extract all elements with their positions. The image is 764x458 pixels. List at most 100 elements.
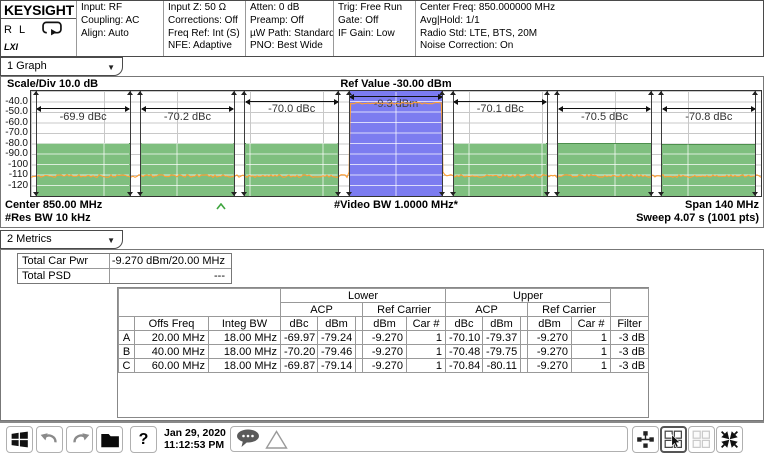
redo-icon <box>69 429 91 451</box>
dbc-header: dBc <box>281 317 318 331</box>
table-blank-cell <box>119 289 281 317</box>
clock-display[interactable]: Jan 29, 2020 11:12:53 PM <box>164 427 228 451</box>
undo-button[interactable] <box>36 426 63 453</box>
metrics-selector-dropdown[interactable]: 2 Metrics ▼ <box>0 230 123 249</box>
row-label-cell: B <box>119 345 135 359</box>
dbm-header: dBm <box>318 317 356 331</box>
table-value-cell: -79.37 <box>483 331 521 345</box>
table-value-cell: -79.24 <box>318 331 356 345</box>
table-value-cell: -9.270 <box>528 359 572 373</box>
row-label-cell: C <box>119 359 135 373</box>
y-axis-tick: -70.0 <box>1 128 28 138</box>
band-edge-line <box>349 91 350 196</box>
window-select-button[interactable] <box>660 426 687 453</box>
input-setting: Input: RF <box>81 2 159 15</box>
date-text: Jan 29, 2020 <box>164 427 228 439</box>
metrics-selector-label: 2 Metrics <box>7 233 52 245</box>
acp-offset-bar <box>453 143 547 196</box>
radio-std-setting: Radio Std: LTE, BTS, 20M <box>420 28 759 41</box>
total-car-pwr-row: Total Car Pwr -9.270 dBm/20.00 MHz <box>18 254 231 268</box>
dbm-header: dBm <box>528 317 572 331</box>
table-value-cell: 1 <box>407 345 446 359</box>
toolbar-divider <box>0 421 764 423</box>
table-blank-cell <box>521 317 528 331</box>
marker-caret-icon <box>216 197 226 215</box>
table-value-cell: -79.46 <box>318 345 356 359</box>
center-freq-setting: Center Freq: 850.000000 MHz <box>420 2 759 15</box>
table-value-cell: -79.75 <box>483 345 521 359</box>
status-message-area[interactable] <box>230 426 628 452</box>
table-value-cell: -79.14 <box>318 359 356 373</box>
band-edge-line <box>234 91 235 196</box>
ref-value-label: Ref Value -30.00 dBm <box>30 78 762 90</box>
alert-triangle-icon <box>265 429 288 450</box>
lower-group-header: Lower <box>281 289 446 303</box>
header-column-frequency: Center Freq: 850.000000 MHz Avg|Hold: 1/… <box>415 1 763 56</box>
res-bw-label: #Res BW 10 kHz <box>5 212 91 224</box>
instrument-screen: KEYSIGHT R L LXI Input: RF Coupling: AC … <box>0 0 764 458</box>
car-number-header: Car # <box>407 317 446 331</box>
corrections-setting: Corrections: Off <box>168 15 241 28</box>
help-button[interactable]: ? <box>130 426 157 453</box>
integration-bw-arrow <box>454 101 546 102</box>
table-value-cell: -9.270 <box>528 345 572 359</box>
dbm-header: dBm <box>483 317 521 331</box>
fullscreen-toggle-button[interactable] <box>716 426 743 453</box>
total-car-pwr-label: Total Car Pwr <box>18 254 110 268</box>
collapse-arrows-icon <box>719 429 740 450</box>
acp-subheader: ACP <box>446 303 528 317</box>
y-axis-tick: -60.0 <box>1 118 28 128</box>
offset-dbc-label: -70.8 dBc <box>662 112 756 123</box>
table-value-cell: 18.00 MHz <box>209 345 281 359</box>
y-axis-tick: -100 <box>1 160 28 170</box>
band-edge-line <box>755 91 756 196</box>
table-blank-cell <box>611 289 649 317</box>
table-blank-cell <box>356 359 363 373</box>
acp-table-row: A20.00 MHz18.00 MHz-69.97-79.24-9.2701-7… <box>119 331 649 345</box>
acp-table: Lower Upper ACP Ref Carrier ACP Ref Carr… <box>118 288 649 373</box>
integration-bw-arrow <box>37 108 129 109</box>
dbc-header: dBc <box>446 317 483 331</box>
grid-layout-button[interactable] <box>688 426 715 453</box>
table-value-cell: -69.87 <box>281 359 318 373</box>
noise-correction-setting: Noise Correction: On <box>420 40 759 53</box>
table-blank-cell <box>521 359 528 373</box>
band-edge-line <box>442 91 443 196</box>
file-save-button[interactable] <box>96 426 123 453</box>
grid-layout-icon <box>691 429 712 450</box>
table-value-cell: 20.00 MHz <box>135 331 209 345</box>
band-edge-line <box>661 91 662 196</box>
offset-dbc-label: -70.2 dBc <box>141 112 235 123</box>
windows-start-button[interactable] <box>6 426 33 453</box>
table-value-cell: -3 dB <box>611 331 649 345</box>
question-mark-icon: ? <box>139 431 149 449</box>
redo-button[interactable] <box>66 426 93 453</box>
band-edge-line <box>651 91 652 196</box>
total-psd-row: Total PSD --- <box>18 268 231 283</box>
integration-bw-arrow <box>559 108 651 109</box>
coupling-setting: Coupling: AC <box>81 15 159 28</box>
atten-setting: Atten: 0 dB <box>250 2 329 15</box>
y-axis-tick: -40.0 <box>1 97 28 107</box>
integration-bw-arrow <box>350 96 442 97</box>
band-edge-line <box>557 91 558 196</box>
graph-selector-dropdown[interactable]: 1 Graph ▼ <box>0 57 123 76</box>
header-column-trigger: Trig: Free Run Gate: Off IF Gain: Low <box>333 1 415 56</box>
ref-carrier-subheader: Ref Carrier <box>528 303 611 317</box>
band-edge-line <box>547 91 548 196</box>
acp-subheader: ACP <box>281 303 363 317</box>
screen-layout-tree-button[interactable] <box>632 426 659 453</box>
table-value-cell: -9.270 <box>363 345 407 359</box>
spectrum-plot[interactable]: -69.9 dBc-70.2 dBc-70.0 dBc-70.1 dBc-70.… <box>30 90 762 197</box>
undo-icon <box>39 429 61 451</box>
integration-bw-arrow <box>663 108 755 109</box>
acp-results-box: Lower Upper ACP Ref Carrier ACP Ref Carr… <box>117 287 649 418</box>
span-label: Span 140 MHz <box>685 199 759 211</box>
trig-setting: Trig: Free Run <box>338 2 411 15</box>
table-value-cell: 18.00 MHz <box>209 331 281 345</box>
table-value-cell: -70.10 <box>446 331 483 345</box>
offs-freq-header: Offs Freq <box>135 317 209 331</box>
table-value-cell: -3 dB <box>611 359 649 373</box>
table-value-cell: 1 <box>407 331 446 345</box>
table-value-cell: -9.270 <box>363 359 407 373</box>
